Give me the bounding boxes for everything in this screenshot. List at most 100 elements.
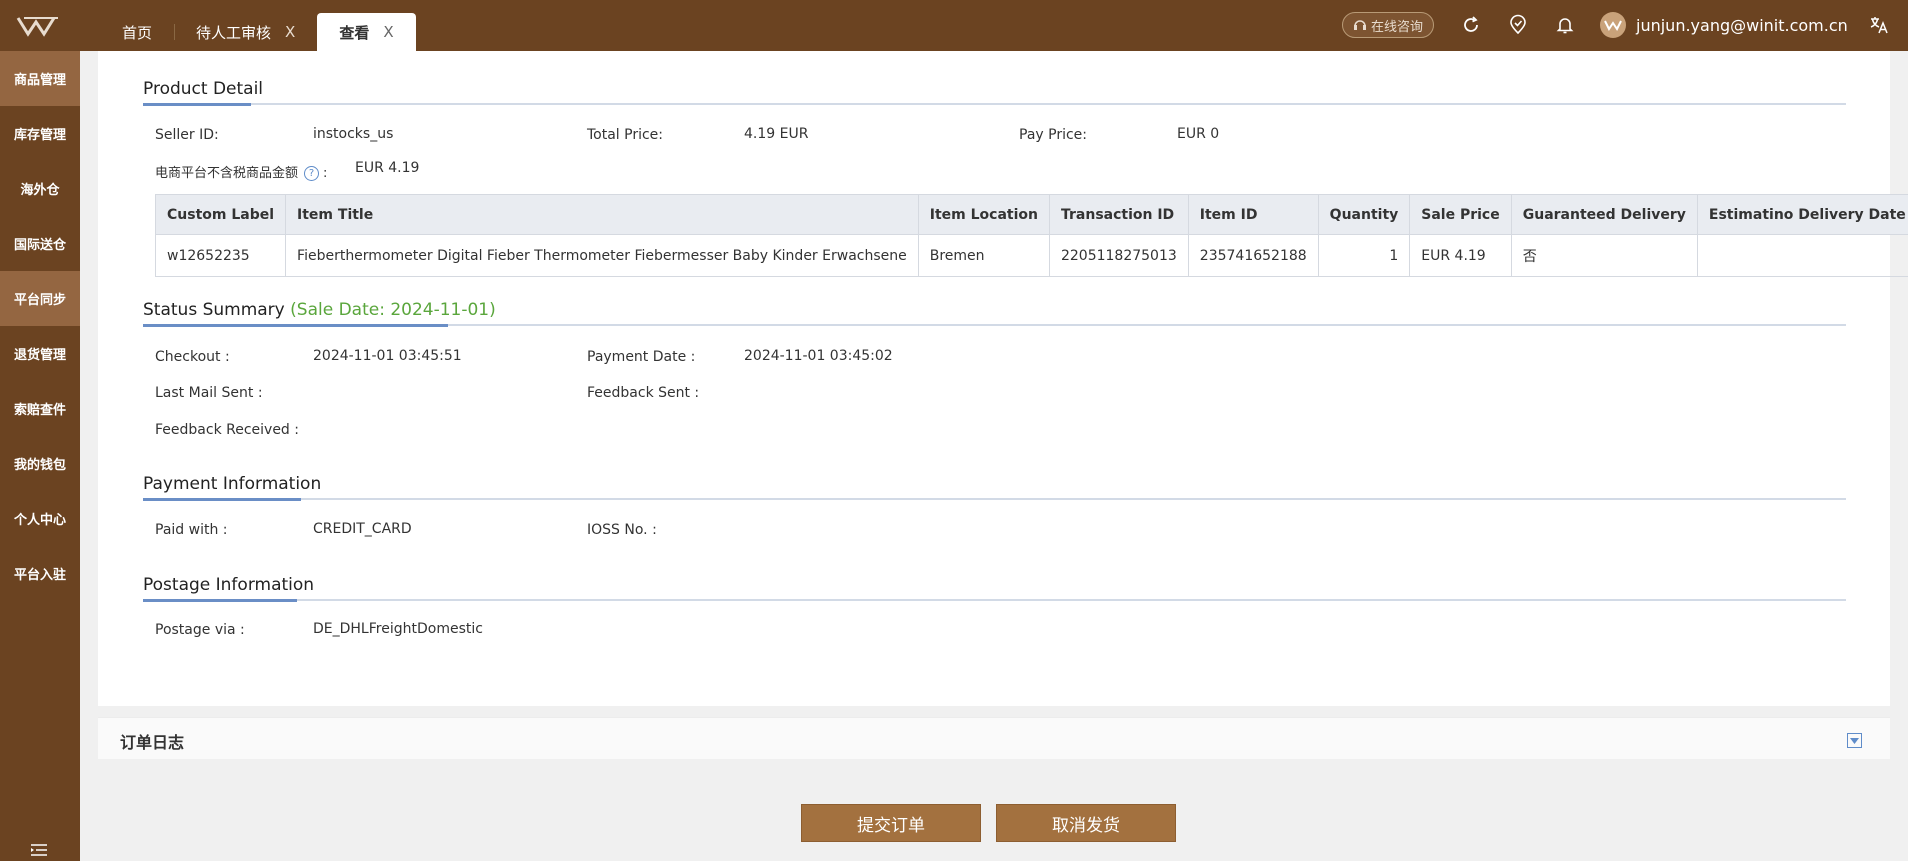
ioss-number-label: IOSS No. :	[587, 522, 657, 538]
sidebar-item-overseas-warehouse[interactable]: 海外仓	[0, 161, 80, 216]
expand-toggle[interactable]	[1847, 733, 1862, 748]
item-table: Custom Label Item Title Item Location Tr…	[154, 194, 1908, 277]
sidebar-item-label: 海外仓	[20, 183, 60, 198]
table-row: w12652235 Fieberthermometer Digital Fieb…	[154, 234, 1908, 277]
section-divider	[143, 599, 1846, 601]
section-divider	[143, 103, 1846, 105]
column-header: Sale Price	[1409, 194, 1512, 235]
button-label: 取消发货	[1052, 815, 1120, 836]
sidebar-item-platform-sync[interactable]: 平台同步	[0, 271, 80, 326]
section-title: Product Detail	[143, 77, 1846, 106]
button-label: 提交订单	[857, 815, 925, 836]
sidebar-item-wallet[interactable]: 我的钱包	[0, 436, 80, 491]
sidebar-item-claims[interactable]: 索赔查件	[0, 381, 80, 436]
payment-date-label: Payment Date :	[587, 349, 696, 365]
online-consult-button[interactable]: 在线咨询	[1342, 12, 1435, 38]
payment-date-value: 2024-11-01 03:45:02	[744, 348, 893, 364]
sidebar-item-label: 个人中心	[13, 513, 66, 528]
paid-with-label: Paid with :	[155, 522, 228, 538]
table-cell: Fieberthermometer Digital Fieber Thermom…	[285, 234, 919, 277]
sidebar-item-products[interactable]: 商品管理	[0, 51, 80, 106]
winit-logo[interactable]	[14, 10, 66, 40]
table-cell: Bremen	[917, 234, 1050, 277]
seller-id-value: instocks_us	[313, 126, 394, 142]
user-email: junjun.yang@winit.com.cn	[1636, 15, 1848, 35]
tab-label: 待人工审核	[196, 23, 272, 42]
pay-price-label: Pay Price:	[1019, 127, 1087, 143]
checkout-value: 2024-11-01 03:45:51	[313, 348, 462, 364]
section-divider-accent	[143, 498, 301, 501]
payment-section: Payment Information	[143, 472, 1846, 501]
postage-section: Postage Information	[143, 573, 1846, 602]
sidebar-item-label: 平台入驻	[13, 568, 66, 583]
sidebar-item-profile[interactable]: 个人中心	[0, 491, 80, 546]
postage-via-label: Postage via :	[155, 622, 245, 638]
postage-via-value: DE_DHLFreightDomestic	[313, 621, 483, 637]
total-price-value: 4.19 EUR	[744, 126, 809, 142]
collapse-menu-icon[interactable]	[30, 843, 48, 857]
help-icon[interactable]: ?	[304, 166, 320, 181]
user-menu[interactable]: junjun.yang@winit.com.cn	[1600, 12, 1848, 38]
payment-title: Payment Information	[143, 474, 322, 494]
tax-free-amount-value: EUR 4.19	[355, 160, 420, 176]
pay-price-value: EUR 0	[1177, 126, 1220, 142]
language-icon[interactable]	[1868, 14, 1890, 36]
location-icon[interactable]	[1507, 14, 1529, 36]
column-header: Quantity	[1317, 194, 1411, 235]
table-cell: EUR 4.19	[1409, 234, 1512, 277]
section-divider-accent	[143, 324, 448, 327]
status-summary-title: Status Summary	[143, 300, 285, 320]
column-header: Transaction ID	[1048, 194, 1189, 235]
sidebar-item-platform-onboarding[interactable]: 平台入驻	[0, 546, 80, 601]
sidebar: 商品管理 库存管理 海外仓 国际送仓 平台同步 退货管理 索赔查件 我的钱包 个…	[0, 51, 80, 861]
feedback-sent-label: Feedback Sent :	[587, 385, 700, 401]
feedback-received-label: Feedback Received :	[155, 422, 299, 438]
chevron-down-icon	[1850, 737, 1859, 744]
tab-pending-review[interactable]: 待人工审核 X	[174, 13, 317, 51]
seller-id-label: Seller ID:	[155, 127, 219, 143]
order-log-title: 订单日志	[120, 733, 185, 752]
order-log-panel[interactable]: 订单日志	[98, 717, 1890, 759]
tab-home[interactable]: 首页	[100, 13, 174, 51]
table-cell: 2205118275013	[1048, 234, 1189, 277]
sale-date: (Sale Date: 2024-11-01)	[290, 300, 496, 320]
submit-order-button[interactable]: 提交订单	[801, 804, 981, 842]
refresh-icon[interactable]	[1460, 14, 1482, 36]
top-bar: 首页 待人工审核 X 查看 X 在线咨询 junjun.yang@winit.c…	[0, 0, 1908, 51]
sidebar-item-label: 平台同步	[13, 293, 66, 308]
sidebar-item-label: 索赔查件	[13, 403, 66, 418]
total-price-label: Total Price:	[587, 127, 664, 143]
sidebar-item-label: 商品管理	[13, 73, 66, 88]
section-divider-accent	[143, 103, 251, 106]
bell-icon[interactable]	[1554, 14, 1576, 36]
tax-free-amount-label: 电商平台不含税商品金额?:	[155, 162, 327, 181]
sidebar-item-label: 国际送仓	[13, 238, 66, 253]
table-header-row: Custom Label Item Title Item Location Tr…	[154, 194, 1908, 235]
section-title: Payment Information	[143, 472, 1846, 501]
product-detail-section: Product Detail	[143, 77, 1846, 106]
avatar	[1600, 12, 1626, 38]
cancel-shipment-button[interactable]: 取消发货	[996, 804, 1176, 842]
status-summary-section: Status Summary (Sale Date: 2024-11-01)	[143, 298, 1846, 327]
column-header: Item ID	[1187, 194, 1319, 235]
section-divider	[143, 498, 1846, 500]
column-header: Item Location	[917, 194, 1050, 235]
tab-bar: 首页 待人工审核 X 查看 X	[100, 13, 416, 51]
close-icon[interactable]: X	[285, 23, 295, 41]
column-header: Item Title	[285, 194, 919, 235]
column-header: Custom Label	[154, 194, 287, 235]
sidebar-item-label: 库存管理	[13, 128, 66, 143]
sidebar-item-international-delivery[interactable]: 国际送仓	[0, 216, 80, 271]
sidebar-item-returns[interactable]: 退货管理	[0, 326, 80, 381]
section-title: Postage Information	[143, 573, 1846, 602]
order-detail-card	[98, 51, 1890, 706]
close-icon[interactable]: X	[383, 23, 393, 41]
sidebar-item-inventory[interactable]: 库存管理	[0, 106, 80, 161]
tab-label: 首页	[122, 23, 153, 42]
section-title: Status Summary (Sale Date: 2024-11-01)	[143, 298, 1846, 327]
tab-label: 查看	[339, 23, 370, 42]
last-mail-sent-label: Last Mail Sent :	[155, 385, 263, 401]
table-cell: w12652235	[154, 234, 287, 277]
column-header: Guaranteed Delivery	[1510, 194, 1698, 235]
tab-view[interactable]: 查看 X	[317, 13, 416, 51]
